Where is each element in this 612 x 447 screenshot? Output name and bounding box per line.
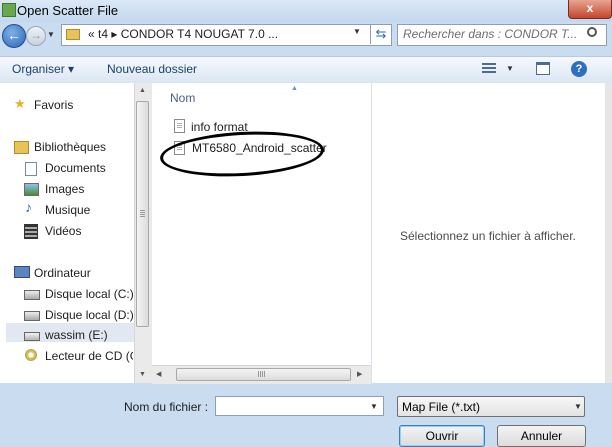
file-type-value: Map File (*.txt) <box>402 400 481 414</box>
image-icon <box>24 183 39 196</box>
open-button[interactable]: Ouvrir <box>399 425 485 447</box>
column-header-name[interactable]: Nom <box>170 91 195 105</box>
address-dropdown-icon[interactable]: ▼ <box>353 27 361 36</box>
sidebar-item-musique[interactable]: Musique <box>45 203 90 217</box>
library-icon <box>14 141 29 154</box>
usb-drive-icon <box>24 332 40 341</box>
scroll-up-icon[interactable]: ▲ <box>139 87 146 94</box>
search-icon[interactable] <box>587 27 597 37</box>
sidebar-item-cd[interactable]: Lecteur de CD (G <box>45 349 133 363</box>
sidebar-item-favoris[interactable]: Favoris <box>34 98 73 112</box>
back-button[interactable]: ← <box>2 24 26 48</box>
scroll-right-icon[interactable]: ▶ <box>357 370 362 378</box>
sidebar-item-ordinateur[interactable]: Ordinateur <box>34 266 91 280</box>
command-bar <box>0 56 612 84</box>
sidebar-item-images[interactable]: Images <box>45 182 84 196</box>
sidebar-item-disque-c[interactable]: Disque local (C:) <box>45 287 134 301</box>
forward-button[interactable]: → <box>26 26 46 46</box>
folder-icon <box>66 29 80 40</box>
organize-button[interactable]: Organiser ▾ <box>12 62 74 76</box>
scroll-left-icon[interactable]: ◀ <box>156 370 161 378</box>
chevron-down-icon[interactable]: ▼ <box>574 402 582 411</box>
search-placeholder: Rechercher dans : CONDOR T... <box>403 27 578 41</box>
sidebar-item-disque-d[interactable]: Disque local (D:) <box>45 308 134 322</box>
sidebar-item-wassim[interactable]: wassim (E:) <box>45 328 108 342</box>
help-icon[interactable]: ? <box>571 61 587 77</box>
window-title: Open Scatter File <box>17 3 119 18</box>
scroll-down-icon[interactable]: ▼ <box>139 371 146 378</box>
sort-indicator-icon: ▲ <box>291 85 298 92</box>
drive-icon <box>24 290 40 300</box>
right-edge <box>605 83 612 383</box>
computer-icon <box>14 266 30 278</box>
preview-message: Sélectionnez un fichier à afficher. <box>400 229 576 243</box>
view-dropdown-icon[interactable]: ▼ <box>506 64 514 73</box>
history-dropdown-icon[interactable]: ▼ <box>47 28 57 42</box>
scroll-grip-icon <box>258 371 266 377</box>
document-icon <box>25 162 37 176</box>
filename-dropdown-icon[interactable]: ▼ <box>370 402 378 411</box>
filename-input[interactable] <box>215 396 384 416</box>
view-options-icon[interactable] <box>482 63 496 74</box>
preview-pane-icon[interactable] <box>536 62 550 75</box>
sidebar-item-bibliotheques[interactable]: Bibliothèques <box>34 140 106 154</box>
video-icon <box>24 224 38 239</box>
breadcrumb[interactable]: « t4 ▸ CONDOR T4 NOUGAT 7.0 ... <box>88 27 278 41</box>
filename-label: Nom du fichier : <box>124 400 209 414</box>
music-icon: ♪ <box>25 199 32 215</box>
cd-drive-icon <box>25 349 37 361</box>
sidebar-item-videos[interactable]: Vidéos <box>45 224 81 238</box>
sidebar-item-documents[interactable]: Documents <box>45 161 106 175</box>
refresh-icon[interactable]: ⇆ <box>370 24 391 44</box>
new-folder-button[interactable]: Nouveau dossier <box>107 62 197 76</box>
drive-icon <box>24 311 40 321</box>
close-button[interactable]: x <box>568 0 612 19</box>
app-icon <box>2 3 16 17</box>
scroll-grip-icon <box>140 210 145 218</box>
pane-divider[interactable] <box>371 83 372 383</box>
cancel-button[interactable]: Annuler <box>497 425 586 447</box>
text-file-icon <box>174 119 185 133</box>
star-icon: ★ <box>14 96 26 111</box>
